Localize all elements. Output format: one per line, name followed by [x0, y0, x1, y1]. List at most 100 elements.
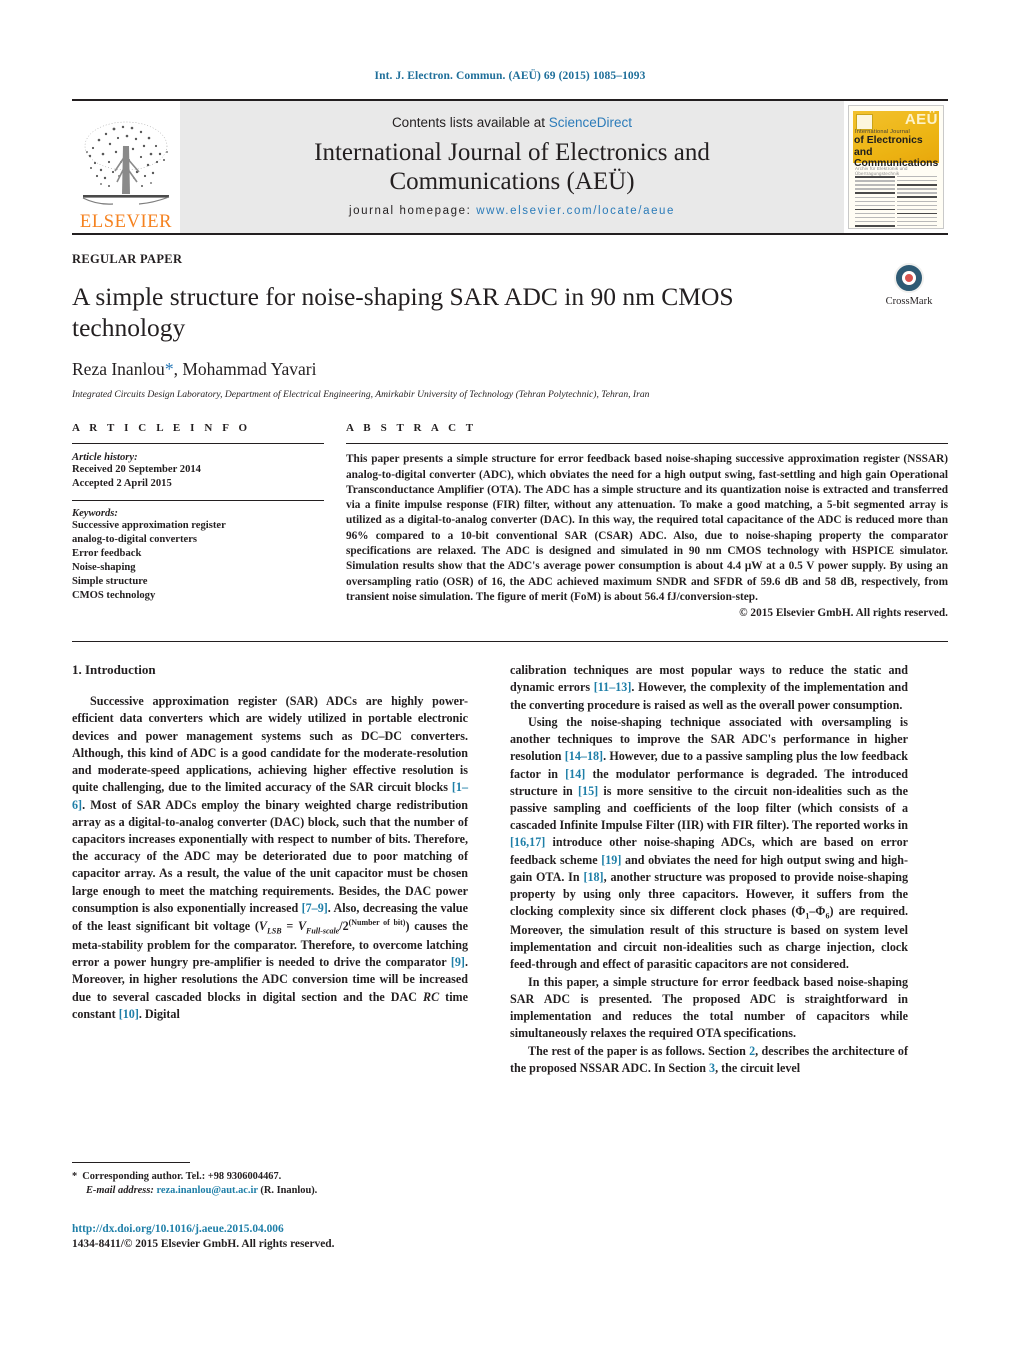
- author-1: Reza Inanlou: [72, 359, 165, 380]
- paragraph-text: The rest of the paper is as follows. Sec…: [528, 1043, 750, 1058]
- formula-v-lsb: VLSB: [258, 919, 282, 936]
- formula-subscript: Full-scale: [306, 926, 340, 936]
- sciencedirect-link[interactable]: ScienceDirect: [549, 115, 632, 130]
- author-2: , Mohammad Yavari: [173, 359, 317, 380]
- abstract-text: This paper presents a simple structure f…: [346, 453, 948, 603]
- doi-block: http://dx.doi.org/10.1016/j.aeue.2015.04…: [72, 1222, 334, 1253]
- cover-toc-col-right: [897, 176, 937, 227]
- citation-ref[interactable]: [7–9]: [302, 901, 328, 915]
- paragraph: The rest of the paper is as follows. Sec…: [510, 1043, 908, 1077]
- running-head: Int. J. Electron. Commun. (AEÜ) 69 (2015…: [374, 70, 646, 82]
- keywords-label: Keywords:: [72, 508, 118, 520]
- abstract-column: A B S T R A C T This paper presents a si…: [340, 422, 948, 619]
- keyword-item: Simple structure: [72, 576, 148, 588]
- paragraph-text: Successive approximation register (SAR) …: [72, 694, 468, 795]
- journal-title: International Journal of Electronics and…: [314, 138, 710, 196]
- contents-list-line: Contents lists available at ScienceDirec…: [392, 115, 632, 130]
- email-link[interactable]: reza.inanlou@aut.ac.ir: [156, 1185, 257, 1196]
- paragraph-text: . Digital: [138, 1006, 180, 1021]
- doi-link[interactable]: http://dx.doi.org/10.1016/j.aeue.2015.04…: [72, 1222, 334, 1237]
- elsevier-wordmark: ELSEVIER: [79, 211, 173, 232]
- italic-term: RC: [423, 989, 440, 1004]
- paragraph: calibration techniques are most popular …: [510, 662, 908, 714]
- citation-ref[interactable]: [9]: [451, 955, 465, 969]
- paper-page: Int. J. Electron. Commun. (AEÜ) 69 (2015…: [0, 0, 1020, 1351]
- cover-title: of Electronics and Communications: [854, 135, 943, 170]
- article-history-label: Article history:: [72, 452, 138, 464]
- paragraph: In this paper, a simple structure for er…: [510, 974, 908, 1041]
- crossmark-icon: [894, 263, 924, 293]
- citation-ref[interactable]: [19]: [601, 853, 621, 867]
- journal-homepage-line: journal homepage: www.elsevier.com/locat…: [349, 205, 675, 217]
- journal-masthead: ELSEVIER Contents lists available at Sci…: [72, 99, 948, 233]
- cover-aeu-logo: AEÜ: [904, 111, 938, 128]
- body-region: 1. Introduction Successive approximation…: [72, 662, 948, 1077]
- paragraph: Using the noise-shaping technique associ…: [510, 714, 908, 974]
- keyword-item: CMOS technology: [72, 590, 156, 601]
- elsevier-tree-icon: [79, 116, 173, 212]
- paragraph-text: –Φ: [809, 904, 826, 919]
- formula-operator: /2: [339, 919, 349, 934]
- corresponding-author-note: * Corresponding author. Tel.: +98 9306004…: [72, 1170, 490, 1184]
- homepage-label: journal homepage:: [348, 205, 472, 217]
- article-info-heading: A R T I C L E I N F O: [72, 422, 251, 435]
- info-abstract-region: A R T I C L E I N F O Article history: R…: [72, 422, 948, 619]
- formula-symbol: V: [258, 919, 267, 934]
- citation-ref[interactable]: [15]: [578, 784, 598, 798]
- body-column-right: calibration techniques are most popular …: [490, 662, 908, 1077]
- homepage-url-link[interactable]: www.elsevier.com/locate/aeue: [476, 205, 675, 217]
- formula-superscript: (Number of bit): [348, 918, 406, 928]
- citation-ref[interactable]: [16,17]: [510, 835, 545, 849]
- paragraph: Successive approximation register (SAR) …: [72, 693, 468, 1023]
- formula-symbol: V: [297, 919, 307, 934]
- cover-subtitle: Archiv für Elektronik und Übertragungste…: [855, 166, 908, 176]
- paragraph-text: , the circuit level: [715, 1060, 801, 1075]
- footnote-rule: [72, 1162, 190, 1163]
- keyword-item: analog-to-digital converters: [72, 534, 198, 546]
- paragraph-text: . Most of SAR ADCs employ the binary wei…: [72, 797, 468, 915]
- elsevier-logo: ELSEVIER: [72, 101, 180, 233]
- page-title: A simple structure for noise-shaping SAR…: [72, 282, 734, 343]
- formula-v-fs: VFull-scale: [297, 919, 340, 936]
- citation-ref[interactable]: [10]: [119, 1007, 139, 1021]
- keywords-block: Keywords: Successive approximation regis…: [72, 500, 324, 603]
- email-note: E-mail address: reza.inanlou@aut.ac.ir (…: [72, 1184, 490, 1198]
- cover-toc-col-left: [855, 176, 895, 227]
- formula-operator: =: [281, 919, 298, 934]
- masthead-center: Contents lists available at ScienceDirec…: [180, 101, 844, 233]
- citation-ref[interactable]: [14]: [565, 767, 585, 781]
- affiliation: Integrated Circuits Design Laboratory, D…: [72, 389, 650, 401]
- keyword-item: Error feedback: [72, 548, 142, 560]
- abstract-copyright: © 2015 Elsevier GmbH. All rights reserve…: [739, 607, 948, 620]
- section-heading: 1. Introduction: [72, 662, 156, 678]
- article-info-column: A R T I C L E I N F O Article history: R…: [72, 422, 340, 619]
- journal-cover-thumbnail[interactable]: AEÜ International Journal of Electronics…: [844, 101, 948, 233]
- issn-copyright-line: 1434-8411/© 2015 Elsevier GmbH. All righ…: [72, 1238, 335, 1251]
- keywords-rule: [72, 500, 324, 502]
- keyword-item: Noise-shaping: [72, 562, 136, 574]
- footnote-star: *: [72, 1171, 78, 1182]
- cover-toc-placeholder: [855, 176, 937, 227]
- cover-card: AEÜ International Journal of Electronics…: [848, 105, 944, 229]
- journal-title-line1: International Journal of Electronics and: [314, 139, 710, 166]
- received-date: Received 20 September 2014: [72, 464, 201, 476]
- contents-prefix: Contents lists available at: [391, 115, 549, 130]
- accepted-date: Accepted 2 April 2015: [72, 478, 172, 490]
- crossmark-badge[interactable]: CrossMark: [870, 263, 948, 307]
- corresponding-author-marker: *: [164, 359, 174, 380]
- footnote-block: * Corresponding author. Tel.: +98 9306004…: [72, 1162, 490, 1198]
- author-list: Reza Inanlou*, Mohammad Yavari: [72, 359, 948, 380]
- citation-ref[interactable]: [14–18]: [565, 749, 603, 763]
- keyword-item: Successive approximation register: [72, 520, 226, 532]
- abstract-rule: [346, 443, 948, 445]
- cover-publisher-mark-icon: [856, 114, 873, 130]
- cover-title-line1: of Electronics and: [854, 135, 923, 158]
- crossmark-label: CrossMark: [885, 296, 933, 307]
- title-block: REGULAR PAPER A simple structure for noi…: [72, 235, 948, 400]
- article-type-label: REGULAR PAPER: [72, 252, 183, 266]
- citation-ref[interactable]: [18]: [583, 870, 603, 884]
- body-column-left: 1. Introduction Successive approximation…: [72, 662, 490, 1077]
- body-top-rule: [72, 641, 948, 643]
- formula-subscript: LSB: [266, 926, 282, 936]
- citation-ref[interactable]: [11–13]: [594, 680, 632, 694]
